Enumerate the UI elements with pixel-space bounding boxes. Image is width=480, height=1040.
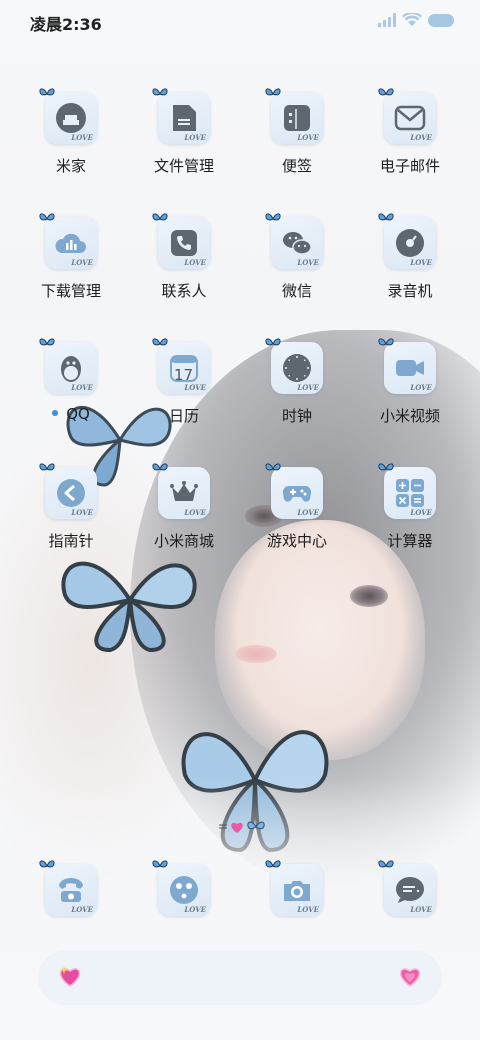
butterfly-icon — [39, 860, 55, 868]
heart-icon — [399, 968, 421, 987]
battery-icon — [428, 13, 454, 27]
download-manager-icon — [55, 233, 86, 253]
app-row: LOVE 指南针 LOVE 小米商城 LOVE 游戏中心 LOVE 计算器 — [0, 463, 480, 573]
butterfly-icon — [152, 88, 168, 96]
butterfly-icon — [265, 463, 281, 471]
butterfly-icon — [378, 213, 394, 221]
messages-icon — [396, 877, 424, 903]
sparkle-heart-icon — [59, 966, 81, 987]
status-time: 凌晨2:36 — [30, 15, 102, 34]
game-center-icon — [282, 485, 312, 502]
camera-icon — [284, 881, 310, 901]
butterfly-icon — [378, 338, 394, 346]
butterfly-icon — [378, 463, 394, 471]
dock: LOVE LOVE LOVE LOVE — [0, 860, 480, 930]
status-icons — [378, 13, 454, 27]
app-row: LOVE 下载管理 LOVE 联系人 LOVE 微信 LOVE 录音机 — [0, 213, 480, 323]
app-recorder[interactable]: LOVE 录音机 — [355, 213, 465, 323]
app-mijia[interactable]: LOVE 米家 — [16, 88, 126, 198]
app-label: 小米商城 — [153, 532, 214, 550]
app-label-qq: QQ — [16, 405, 126, 423]
app-file-manager[interactable]: LOVE 文件管理 — [129, 88, 239, 198]
app-label: 小米视频 — [379, 407, 440, 425]
new-install-dot — [52, 409, 59, 416]
app-label: 电子邮件 — [379, 157, 440, 175]
app-label: 文件管理 — [153, 157, 214, 175]
butterfly-icon — [265, 213, 281, 221]
signal-icon — [378, 13, 396, 27]
app-qq[interactable]: LOVE QQ — [16, 338, 126, 448]
app-label: 游戏中心 — [266, 532, 327, 550]
search-bar[interactable] — [38, 951, 442, 1005]
butterfly-icon — [152, 463, 168, 471]
mi-store-icon — [170, 481, 198, 501]
app-compass[interactable]: LOVE 指南针 — [16, 463, 126, 573]
mijia-icon — [56, 103, 86, 133]
butterfly-icon — [152, 338, 168, 346]
app-wechat[interactable]: LOVE 微信 — [242, 213, 352, 323]
clock-icon — [283, 354, 311, 382]
phone-icon — [59, 878, 83, 902]
app-game-center[interactable]: LOVE 游戏中心 — [242, 463, 352, 573]
app-mi-store[interactable]: LOVE 小米商城 — [129, 463, 239, 573]
app-download-manager[interactable]: LOVE 下载管理 — [16, 213, 126, 323]
calculator-icon — [396, 479, 424, 507]
menu-lines-icon — [219, 824, 227, 829]
wechat-icon — [283, 232, 312, 255]
browser-icon — [170, 876, 198, 904]
butterfly-icon — [265, 338, 281, 346]
app-email[interactable]: LOVE 电子邮件 — [355, 88, 465, 198]
butterfly-icon — [39, 88, 55, 96]
contacts-icon — [171, 230, 197, 256]
app-label: 便签 — [281, 157, 312, 175]
video-icon — [396, 360, 424, 376]
file-manager-icon — [173, 105, 196, 131]
app-notes[interactable]: LOVE 便签 — [242, 88, 352, 198]
app-label: 微信 — [281, 282, 312, 300]
compass-icon — [57, 479, 85, 507]
app-mi-video[interactable]: LOVE 小米视频 — [355, 338, 465, 448]
butterfly-icon — [39, 213, 55, 221]
butterfly-icon — [152, 860, 168, 868]
app-label: 下载管理 — [40, 282, 101, 300]
app-label: 日历 — [168, 407, 199, 425]
app-contacts[interactable]: LOVE 联系人 — [129, 213, 239, 323]
butterfly-icon — [152, 213, 168, 221]
qq-icon — [61, 356, 81, 382]
app-label: 指南针 — [48, 532, 94, 550]
calendar-date: 17 — [174, 366, 194, 384]
page-indicator[interactable] — [219, 820, 265, 834]
status-bar: 凌晨2:36 — [0, 0, 480, 44]
app-label: 录音机 — [387, 282, 433, 300]
butterfly-icon — [378, 88, 394, 96]
app-label: 联系人 — [161, 282, 207, 300]
butterfly-icon — [378, 860, 394, 868]
app-label: 计算器 — [387, 532, 433, 550]
email-icon — [394, 105, 426, 131]
recorder-icon — [396, 229, 424, 257]
butterfly-icon — [265, 860, 281, 868]
butterfly-icon — [247, 821, 265, 830]
butterfly-icon — [39, 463, 55, 471]
app-calendar[interactable]: 17 LOVE 日历 — [129, 338, 239, 448]
notes-icon — [284, 105, 310, 131]
wifi-icon — [402, 13, 422, 26]
butterfly-icon — [39, 338, 55, 346]
heart-icon — [231, 822, 243, 833]
app-row: LOVE 米家 LOVE 文件管理 LOVE 便签 LOVE 电子邮件 — [0, 88, 480, 198]
app-row: LOVE QQ 17 LOVE 日历 LOVE 时钟 LOVE 小米视频 — [0, 338, 480, 448]
app-calculator[interactable]: LOVE 计算器 — [355, 463, 465, 573]
app-label: 米家 — [55, 157, 86, 175]
app-clock[interactable]: LOVE 时钟 — [242, 338, 352, 448]
butterfly-icon — [265, 88, 281, 96]
app-label: 时钟 — [281, 407, 312, 425]
